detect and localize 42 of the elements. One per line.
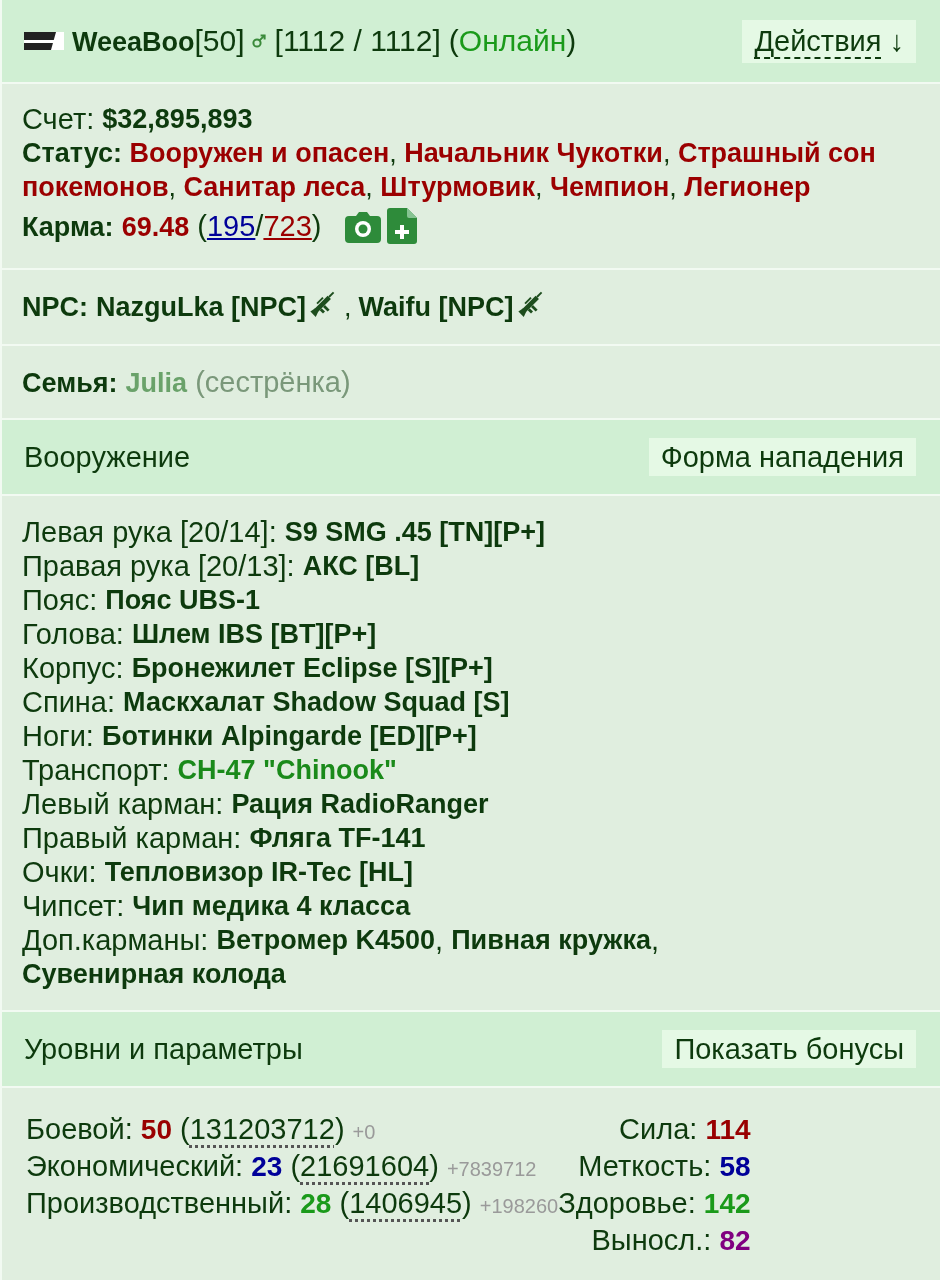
status-list: Статус: Вооружен и опасен, Начальник Чукотки, Страшный сон покемонов, Санитар леса, Штурмовик, Чемпион, Легионер xyxy=(22,136,926,204)
camera-icon[interactable] xyxy=(345,209,382,243)
attribute-value: Меткость: 58 xyxy=(578,1149,751,1184)
list-separator: , xyxy=(344,291,352,324)
equipment-slot: Правая рука [20/13]: АКС [BL] xyxy=(22,549,924,583)
online-status: (Онлайн) xyxy=(448,24,577,58)
equipment-slot: Левая рука [20/14]: S9 SMG .45 [TN][P+] xyxy=(22,515,924,549)
flag-icon xyxy=(24,32,64,50)
npc-link[interactable]: NazguLka [NPC] xyxy=(96,290,306,324)
player-name: WeeaBoo[50] xyxy=(72,23,245,59)
male-sign-icon xyxy=(251,34,266,48)
skill-level: Боевой: 50 (131203712) +0 xyxy=(26,1112,377,1147)
account-balance: Счет: $32,895,893 xyxy=(22,102,254,136)
equipment-slot: Спина: Маскхалат Shadow Squad [S] xyxy=(22,685,924,719)
skill-level: Производственный: 28 (1406945) +198260 xyxy=(26,1186,559,1221)
attack-form-button[interactable]: Форма нападения xyxy=(648,438,916,476)
attribute-value: Здоровье: 142 xyxy=(558,1186,751,1221)
actions-button[interactable]: Действия ↓ xyxy=(742,19,916,63)
skill-level: Экономический: 23 (21691604) +7839712 xyxy=(26,1149,538,1184)
health-text: [1112 / 1112] xyxy=(274,24,441,58)
section-title: Уровни и параметры xyxy=(24,1032,303,1066)
equipment-slot: Голова: Шлем IBS [BT][P+] xyxy=(22,617,924,651)
npc-link[interactable]: Waifu [NPC] xyxy=(358,290,514,324)
npc-label: NPC: xyxy=(22,291,88,324)
karma-line: Карма: 69.48 (195/723) xyxy=(22,208,322,244)
file-plus-icon[interactable] xyxy=(387,208,418,244)
equipment-slot: Очки: Тепловизор IR-Tec [HL] xyxy=(22,855,924,889)
positive-karma-link[interactable]: 195 xyxy=(206,209,256,242)
show-bonuses-button[interactable]: Показать бонусы xyxy=(662,1030,916,1068)
equipment-slot: Чипсет: Чип медика 4 класса xyxy=(22,889,924,923)
attribute-value: Выносл.: 82 xyxy=(591,1223,751,1258)
equipment-slot: Пояс: Пояс UBS-1 xyxy=(22,583,924,617)
family-line: Семья: Julia (сестрёнка) xyxy=(22,364,351,400)
negative-karma-link[interactable]: 723 xyxy=(263,209,312,242)
section-title: Вооружение xyxy=(24,440,191,474)
equipment-slot: Правый карман: Фляга TF-141 xyxy=(22,821,924,855)
equipment-slot: Левый карман: Рация RadioRanger xyxy=(22,787,924,821)
equipment-slot: Доп.карманы: Ветромер K4500, Пивная кружка, Сувенирная колода xyxy=(22,923,924,991)
equipment-slot: Ноги: Ботинки Alpingarde [ED][P+] xyxy=(22,719,924,753)
equipment-slot: Транспорт: CH-47 "Chinook" xyxy=(22,753,924,787)
attribute-value: Сила: 114 xyxy=(619,1112,751,1147)
equipment-slot: Корпус: Бронежилет Eclipse [S][P+] xyxy=(22,651,924,685)
